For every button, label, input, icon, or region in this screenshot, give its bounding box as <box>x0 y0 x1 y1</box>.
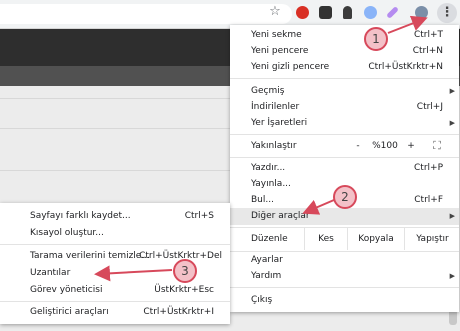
step-badge-2: 2 <box>333 185 357 209</box>
arrow-to-menu-button <box>387 15 428 34</box>
annotation-arrows <box>94 15 428 282</box>
step-badge-1: 1 <box>364 27 388 51</box>
arrow-to-more-tools <box>302 199 335 215</box>
arrow-to-extensions <box>94 265 173 282</box>
step-badge-3: 3 <box>173 259 197 283</box>
